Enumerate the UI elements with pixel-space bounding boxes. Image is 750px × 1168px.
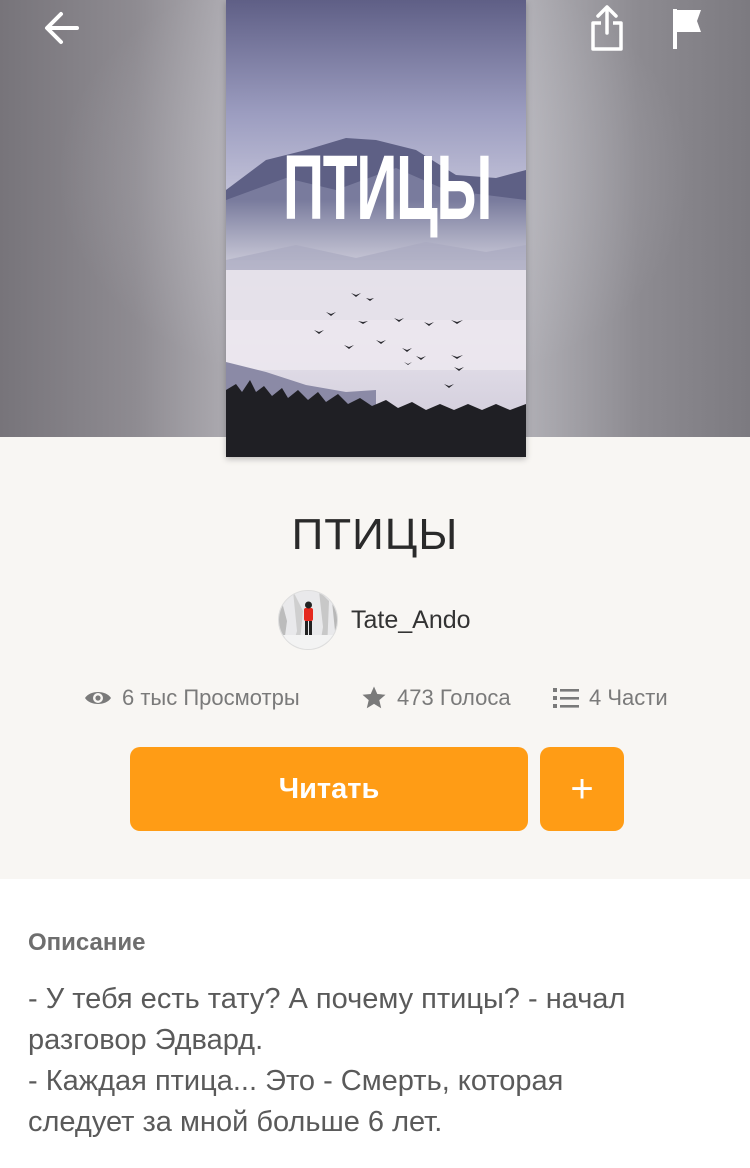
description-line: - У тебя есть тату? А почему птицы? - на… — [28, 983, 626, 1015]
description-text: - У тебя есть тату? А почему птицы? - на… — [28, 979, 708, 1143]
views-count: 6 тыс Просмотры — [122, 685, 300, 710]
cover-title: ПТИЦЫ — [283, 137, 492, 239]
back-button[interactable] — [28, 0, 98, 56]
description-line: - Каждая птица... Это - Смерть, которая — [28, 1065, 564, 1097]
stat-votes: 473 Голоса — [361, 678, 511, 718]
eye-icon — [84, 688, 112, 708]
parts-count: 4 Части — [589, 685, 668, 710]
description-section: Описание - У тебя есть тату? А почему пт… — [0, 879, 750, 1168]
share-button[interactable] — [578, 0, 636, 56]
list-icon — [553, 687, 579, 709]
story-stats: 6 тыс Просмотры 473 Голоса 4 Части — [0, 678, 750, 718]
story-cover[interactable]: ПТИЦЫ — [226, 0, 526, 457]
read-button[interactable]: Читать — [130, 747, 528, 831]
author-name: Tate_Ando — [351, 605, 471, 634]
description-line: следует за мной больше 6 лет. — [28, 1106, 443, 1138]
star-icon — [361, 685, 387, 711]
add-to-library-button[interactable]: + — [540, 747, 624, 831]
report-button[interactable] — [660, 0, 714, 56]
author-link[interactable]: Tate_Ando — [278, 590, 471, 650]
flag-icon — [673, 9, 701, 49]
share-icon — [591, 5, 623, 51]
stat-parts: 4 Части — [553, 678, 668, 718]
description-line: разговор Эдвард. — [28, 1024, 264, 1056]
arrow-left-icon — [45, 12, 79, 44]
avatar — [278, 590, 338, 650]
stat-views: 6 тыс Просмотры — [84, 678, 300, 718]
votes-count: 473 Голоса — [397, 685, 511, 710]
story-title: ПТИЦЫ — [291, 510, 459, 559]
description-heading: Описание — [28, 929, 146, 956]
